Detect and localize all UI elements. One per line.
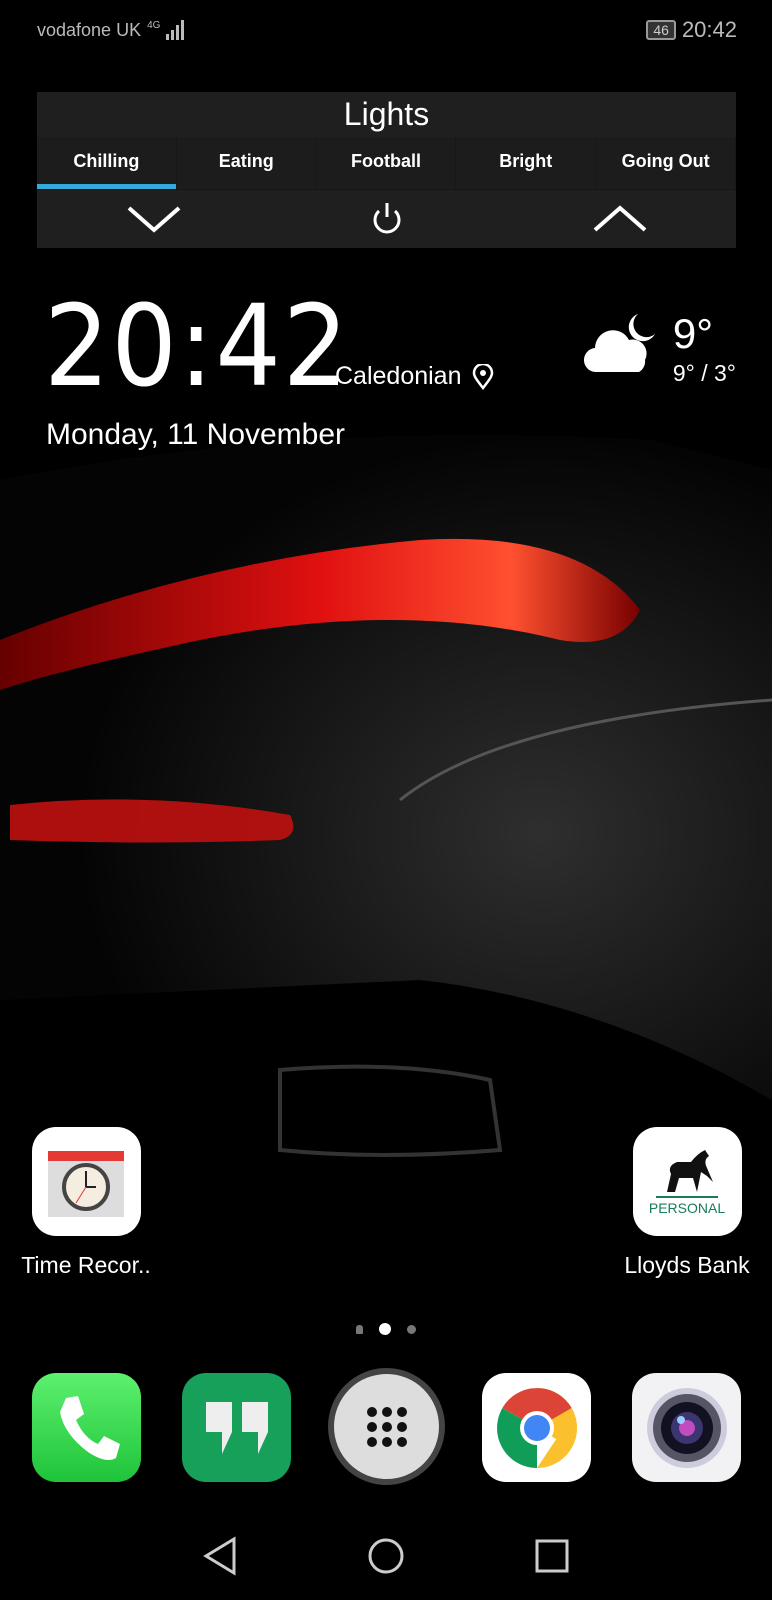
- battery-icon: 46: [646, 20, 676, 40]
- tab-going-out[interactable]: Going Out: [596, 137, 736, 189]
- app-label: Lloyds Bank: [624, 1252, 750, 1278]
- back-button[interactable]: [192, 1528, 248, 1584]
- chevron-up-icon: [593, 205, 646, 232]
- hangouts-icon[interactable]: [182, 1373, 291, 1482]
- recents-icon: [535, 1539, 569, 1573]
- page-dot[interactable]: [407, 1324, 416, 1334]
- scene-tabs: Chilling Eating Football Bright Going Ou…: [37, 137, 736, 189]
- weather-temp: 9°: [672, 310, 713, 357]
- status-time: 20:42: [681, 17, 737, 42]
- lloyds-horse-icon: PERSONAL: [632, 1127, 742, 1236]
- tab-chilling[interactable]: Chilling: [37, 137, 177, 189]
- widget-title: Lights: [343, 96, 430, 132]
- navigation-bar: [0, 1528, 772, 1584]
- dim-up-button[interactable]: [585, 199, 655, 239]
- clock-date: Monday, 11 November: [46, 418, 346, 451]
- network-type: 4G: [147, 19, 161, 31]
- app-lloyds-bank[interactable]: PERSONAL Lloyds Bank: [622, 1127, 752, 1279]
- camera-icon[interactable]: [632, 1373, 741, 1482]
- signal-icon: [166, 20, 185, 40]
- power-icon: [373, 203, 400, 234]
- chrome-icon[interactable]: [482, 1373, 591, 1482]
- app-drawer-icon[interactable]: [328, 1368, 445, 1485]
- back-icon: [203, 1536, 236, 1576]
- clock-time[interactable]: 20:42: [44, 290, 350, 405]
- chevron-down-icon: [127, 206, 180, 233]
- status-bar: vodafone UK 4G 46 20:42: [37, 16, 737, 44]
- tab-eating[interactable]: Eating: [176, 137, 317, 189]
- weather-range: 9° / 3°: [672, 360, 736, 386]
- home-button[interactable]: [358, 1528, 414, 1584]
- page-dot-current[interactable]: [379, 1323, 391, 1335]
- phone-icon[interactable]: [32, 1373, 141, 1482]
- page-indicator[interactable]: [0, 1323, 772, 1335]
- weather-widget[interactable]: 9° 9° / 3°: [583, 312, 736, 387]
- clock-location[interactable]: Caledonian: [335, 362, 494, 391]
- app-time-recorder[interactable]: Time Recor..: [21, 1127, 151, 1279]
- lloyds-badge: PERSONAL: [648, 1199, 726, 1216]
- tab-football[interactable]: Football: [316, 137, 457, 189]
- app-label: Time Recor..: [21, 1252, 151, 1278]
- cloudy-night-icon: [583, 314, 655, 373]
- power-button[interactable]: [352, 199, 422, 239]
- tab-bright[interactable]: Bright: [456, 137, 597, 189]
- home-icon: [368, 1538, 404, 1574]
- time-recorder-icon: [31, 1127, 141, 1236]
- location-name: Caledonian: [335, 362, 462, 390]
- lights-widget: Lights Chilling Eating Football Bright G…: [37, 92, 736, 248]
- recents-button[interactable]: [524, 1528, 580, 1584]
- lightbulb-page-icon[interactable]: [356, 1324, 363, 1334]
- carrier-name: vodafone UK: [37, 19, 142, 40]
- dim-down-button[interactable]: [119, 199, 189, 239]
- location-pin-icon: [472, 363, 493, 390]
